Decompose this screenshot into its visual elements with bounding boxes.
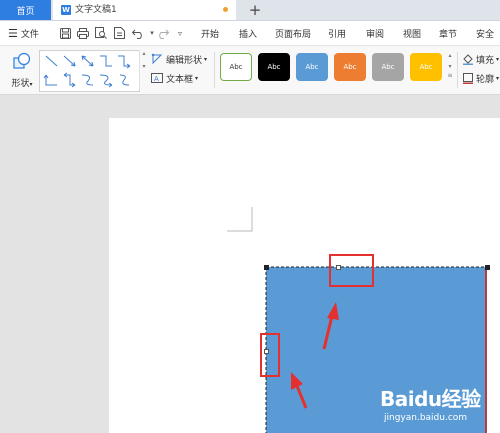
redo-icon[interactable]: [156, 25, 170, 41]
shape-style-label: Abc: [419, 63, 433, 71]
watermark-url: jingyan.baidu.com: [384, 413, 468, 423]
shape-style-swatch[interactable]: Abc: [220, 53, 252, 81]
hamburger-icon: ☰: [8, 26, 18, 40]
text-box-dropdown-icon: ▾: [195, 74, 199, 82]
tab-review[interactable]: 审阅: [366, 21, 384, 45]
file-menu-label: 文件: [20, 29, 39, 40]
shape-style-label: Abc: [381, 63, 395, 71]
shape-style-label: Abc: [305, 63, 319, 71]
tab-page-layout[interactable]: 页面布局: [275, 21, 311, 45]
print-icon[interactable]: [76, 25, 90, 41]
outline-icon: [463, 73, 473, 84]
writer-doc-icon: W: [61, 5, 71, 15]
edit-shape-label: 编辑形状: [166, 55, 203, 66]
styles-down-icon: ▾: [448, 63, 452, 70]
shape-style-label: Abc: [229, 63, 243, 71]
annotation-box-top-handle: [329, 254, 374, 287]
undo-icon[interactable]: [131, 25, 147, 41]
gallery-up-icon: ▴: [142, 50, 146, 57]
tab-security[interactable]: 安全: [476, 21, 494, 45]
home-tab[interactable]: 首页: [0, 0, 51, 20]
baidu-jingyan-watermark: Baidu经验 jingyan.baidu.com: [378, 378, 500, 433]
file-menu-button[interactable]: ☰ 文件: [8, 21, 39, 45]
svg-text:A: A: [154, 75, 159, 83]
tab-insert[interactable]: 插入: [239, 21, 257, 45]
lines-gallery-icons: [43, 55, 131, 88]
drawing-tools-ribbon: 形状▾ ▴ ▾ 编辑形状 ▾ A 文本框 ▾ Abc Abc Abc Abc A…: [0, 46, 500, 95]
fill-label: 填充: [476, 55, 495, 66]
tab-start[interactable]: 开始: [201, 21, 219, 45]
text-box-label: 文本框: [166, 74, 194, 85]
document-tab-title: 文字文稿1: [75, 5, 117, 15]
outline-button[interactable]: 轮廓 ▾: [462, 71, 499, 85]
tab-bar: 首页 W 文字文稿1 +: [0, 0, 500, 21]
new-tab-button[interactable]: +: [246, 1, 264, 19]
tab-references[interactable]: 引用: [328, 21, 346, 45]
shapes-icon: [13, 52, 31, 69]
edit-shape-dropdown-icon: ▾: [204, 55, 208, 63]
lines-gallery-scroll[interactable]: ▴ ▾: [139, 50, 148, 90]
edit-shape-button[interactable]: 编辑形状 ▾: [151, 52, 207, 66]
fill-bucket-icon: [463, 54, 473, 65]
styles-more-icon: ≡: [447, 72, 453, 79]
export-icon[interactable]: [112, 25, 126, 41]
save-icon[interactable]: [58, 25, 72, 41]
shape-style-swatch[interactable]: Abc: [258, 53, 290, 81]
gallery-down-icon: ▾: [142, 63, 146, 70]
menu-bar: ☰ 文件 ▾ ▿ 开始 插入 页面布局 引用 审阅 视图 章节 安全: [0, 21, 500, 46]
resize-handle-top-left[interactable]: [264, 265, 269, 270]
print-preview-icon[interactable]: [94, 25, 108, 41]
fill-button[interactable]: 填充 ▾: [462, 52, 499, 66]
shape-style-label: Abc: [267, 63, 281, 71]
resize-handle-top-right[interactable]: [485, 265, 490, 270]
shape-style-swatch[interactable]: Abc: [410, 53, 442, 81]
edit-shape-icon: [151, 53, 163, 65]
text-box-icon: A: [151, 73, 163, 83]
outline-label: 轮廓: [476, 74, 495, 85]
shape-button[interactable]: 形状▾: [6, 50, 38, 90]
watermark-brand: Baidu经验: [380, 387, 481, 411]
ribbon-divider: [457, 52, 458, 88]
shape-style-swatch[interactable]: Abc: [372, 53, 404, 81]
document-tab[interactable]: W 文字文稿1: [53, 0, 236, 20]
annotation-box-left-handle: [260, 333, 280, 377]
styles-up-icon: ▴: [448, 52, 452, 59]
lines-gallery[interactable]: [39, 50, 140, 92]
styles-gallery-scroll[interactable]: ▴ ▾ ≡: [446, 52, 454, 88]
tab-view[interactable]: 视图: [403, 21, 421, 45]
unsaved-indicator: [223, 7, 228, 12]
shape-style-swatch-selected[interactable]: Abc: [293, 50, 331, 84]
customize-quick-access-icon[interactable]: ▿: [174, 25, 186, 41]
ribbon-divider: [214, 52, 215, 88]
tab-chapter[interactable]: 章节: [439, 21, 457, 45]
shape-button-label: 形状▾: [11, 79, 33, 89]
text-box-button[interactable]: A 文本框 ▾: [151, 71, 198, 85]
outline-dropdown-icon: ▾: [496, 74, 500, 82]
shape-style-swatch[interactable]: Abc: [334, 53, 366, 81]
shape-style-label: Abc: [343, 63, 357, 71]
fill-dropdown-icon: ▾: [496, 55, 500, 63]
